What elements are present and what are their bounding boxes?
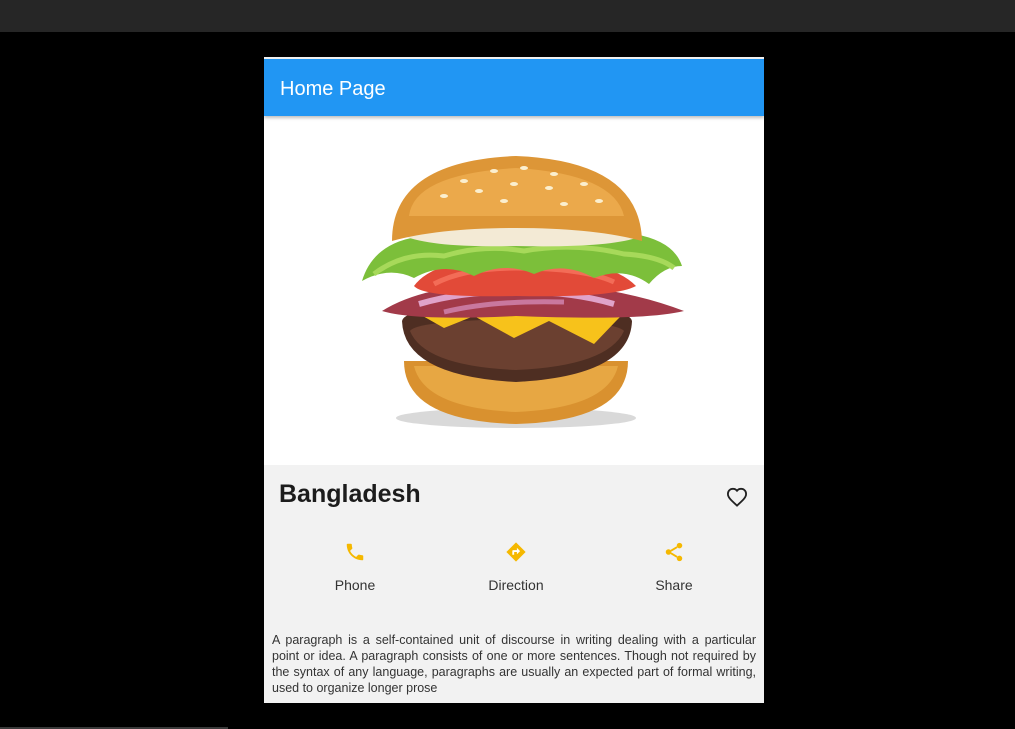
directions-icon <box>506 542 526 562</box>
burger-image <box>362 156 684 428</box>
action-row: Phone Direction Share <box>264 535 764 605</box>
share-label: Share <box>655 577 693 593</box>
app-screen: Home Page Bangladesh Phone Direction Sha… <box>264 57 764 703</box>
description-paragraph: A paragraph is a self-contained unit of … <box>272 632 756 695</box>
window-top-bar <box>0 0 1015 32</box>
direction-action[interactable]: Direction <box>446 535 586 605</box>
screen-edge <box>764 57 766 703</box>
phone-icon <box>346 543 364 561</box>
share-icon <box>665 542 683 562</box>
place-title: Bangladesh <box>279 480 421 508</box>
place-title-row: Bangladesh <box>264 465 764 527</box>
heart-outline-icon <box>726 487 748 507</box>
hero-image <box>264 116 764 465</box>
share-action[interactable]: Share <box>604 535 744 605</box>
app-bar-title: Home Page <box>280 78 386 100</box>
direction-label: Direction <box>488 577 544 593</box>
phone-label: Phone <box>334 577 376 593</box>
app-bar: Home Page <box>264 59 764 116</box>
phone-action[interactable]: Phone <box>285 535 425 605</box>
favorite-button[interactable] <box>723 483 751 511</box>
